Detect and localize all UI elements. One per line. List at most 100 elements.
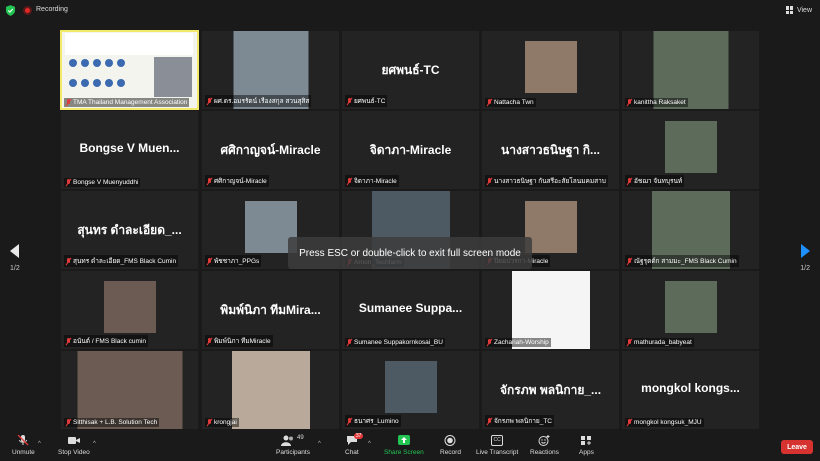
participant-tile[interactable]: Zachariah-Worship xyxy=(482,271,619,349)
share-screen-label: Share Screen xyxy=(384,449,424,456)
video-camera-icon xyxy=(67,437,80,444)
video-feed xyxy=(103,281,156,333)
participant-name-label: kanittha Raksaket xyxy=(625,98,688,107)
participant-tile[interactable]: mongkol kongs... mongkol kongsuk_MJU xyxy=(622,351,759,429)
mic-muted-icon xyxy=(627,177,632,185)
mic-muted-icon xyxy=(207,419,212,426)
participant-tile[interactable]: อนันต์ / FMS Black cumin xyxy=(61,271,198,349)
participant-display-name: ยศพนธ์-TC xyxy=(381,63,440,77)
participant-display-name: Bongse V Muen... xyxy=(79,141,180,155)
participant-name: krongjai xyxy=(214,419,237,426)
mic-muted-icon xyxy=(207,257,212,265)
participant-tile[interactable]: Sumanee Suppa... Sumanee Suppakornkosai_B… xyxy=(342,271,479,349)
mic-muted-icon xyxy=(487,177,492,185)
participant-name-label: Sitthisak + L.B. Solution Tech xyxy=(64,418,160,427)
participants-count: 49 xyxy=(296,435,304,441)
participant-display-name: จักรภพ พลนิกาย_... xyxy=(499,383,602,397)
participant-tile[interactable]: จักรภพ พลนิกาย_... จักรภพ พลนิกาย_TC xyxy=(482,351,619,429)
participant-name: อนันต์ / FMS Black cumin xyxy=(73,338,146,345)
participant-tile[interactable]: พิมพ์นิภา ทีมMira... พิมพ์นิภา ทีมMiracle xyxy=(202,271,339,349)
participant-name-label: อัชฌา จันทบุรนท์ xyxy=(625,175,685,187)
participant-tile[interactable]: mathurada_babyeat xyxy=(622,271,759,349)
slide-photo xyxy=(154,57,192,97)
participant-name-label: mathurada_babyeat xyxy=(625,338,694,347)
participant-name: พิมพ์นิภา ทีมMiracle xyxy=(214,338,271,345)
participant-tile[interactable]: TMA Thailand Management Association xyxy=(60,30,199,110)
participant-name-label: จิดาภา-Miracle xyxy=(345,175,399,187)
participant-tile[interactable]: สุนทร ดำละเอียด_... สุนทร ดำละเอียด_FMS B… xyxy=(61,191,198,269)
record-icon xyxy=(444,435,456,446)
participant-name: Nattacha Twn xyxy=(494,99,534,106)
participant-name-label: mongkol kongsuk_MJU xyxy=(625,418,704,427)
participant-tile[interactable]: อัชฌา จันทบุรนท์ xyxy=(622,111,759,189)
apps-button[interactable]: Apps xyxy=(579,435,594,456)
participant-tile[interactable]: ณัฐรุตต์ก สามมะ_FMS Black Cumin xyxy=(622,191,759,269)
microphone-muted-icon xyxy=(17,435,29,446)
top-bar: Recording View xyxy=(0,0,820,22)
record-button[interactable]: Record xyxy=(440,435,461,456)
reactions-label: Reactions xyxy=(530,449,559,456)
participant-name: mongkol kongsuk_MJU xyxy=(634,419,702,426)
chat-options-chevron-icon[interactable]: ^ xyxy=(368,441,371,447)
cat-video-feed xyxy=(231,351,310,429)
reactions-button[interactable]: Reactions xyxy=(530,435,559,456)
participant-display-name: นางสาวธนิษฐา กิ... xyxy=(501,143,600,157)
participant-name: Sumanee Suppakornkosai_BU xyxy=(354,339,443,346)
mic-muted-icon xyxy=(627,339,632,346)
share-screen-button[interactable]: Share Screen xyxy=(384,435,424,456)
participant-tile[interactable]: ยศพนธ์-TC ยศพนธ์-TC xyxy=(342,31,479,109)
participant-name: จักรภพ พลนิกาย_TC xyxy=(494,418,552,425)
chat-label: Chat xyxy=(345,449,359,456)
participant-tile[interactable]: จิดาภา-Miracle จิดาภา-Miracle xyxy=(342,111,479,189)
next-page-arrow-icon[interactable] xyxy=(801,244,810,258)
stop-video-button[interactable]: Stop Video xyxy=(58,435,90,456)
participant-display-name: Sumanee Suppa... xyxy=(358,301,463,315)
participant-tile[interactable]: Nattacha Twn xyxy=(482,31,619,109)
view-button[interactable]: View xyxy=(785,6,812,14)
video-feed xyxy=(664,281,717,333)
participants-button[interactable]: 49 Participants xyxy=(276,435,310,456)
participant-display-name: พิมพ์นิภา ทีมMira... xyxy=(220,303,321,317)
participant-tile[interactable]: Bongse V Muen... Bongse V Muenyuddhi xyxy=(61,111,198,189)
mic-muted-icon xyxy=(66,419,71,426)
participants-options-chevron-icon[interactable]: ^ xyxy=(318,441,321,447)
participant-name-label: Bongse V Muenyuddhi xyxy=(64,178,141,187)
shield-icon[interactable] xyxy=(6,5,15,16)
live-transcript-button[interactable]: CC Live Transcript xyxy=(476,435,518,456)
participant-tile[interactable]: kanittha Raksaket xyxy=(622,31,759,109)
participant-name-label: ศศิกาญจน์-Miracle xyxy=(205,175,269,187)
participant-tile[interactable]: ศศิกาญจน์-Miracle ศศิกาญจน์-Miracle xyxy=(202,111,339,189)
chat-button[interactable]: 37 Chat xyxy=(345,433,364,456)
participant-name-label: Sumanee Suppakornkosai_BU xyxy=(345,338,445,347)
participant-name-label: Nattacha Twn xyxy=(485,98,536,107)
participant-tile[interactable]: Sitthisak + L.B. Solution Tech xyxy=(61,351,198,429)
gallery-view: TMA Thailand Management Association ผศ.ดร… xyxy=(0,22,820,432)
mic-muted-icon xyxy=(66,179,71,186)
participant-name: สุนทร ดำละเอียด_FMS Black Cumin xyxy=(73,258,177,265)
mic-muted-icon xyxy=(207,97,212,105)
mic-muted-icon xyxy=(347,177,352,185)
participant-name-label: อนันต์ / FMS Black cumin xyxy=(64,335,148,347)
participant-tile[interactable]: ผศ.ดร.อมรรัตน์ เรืองสกุล สวนสุสิส xyxy=(202,31,339,109)
participant-tile[interactable]: krongjai xyxy=(202,351,339,429)
leave-button[interactable]: Leave xyxy=(781,440,813,454)
audio-options-chevron-icon[interactable]: ^ xyxy=(38,441,41,447)
mic-muted-icon xyxy=(66,337,71,345)
participant-display-name: สุนทร ดำละเอียด_... xyxy=(77,223,182,237)
participant-tile[interactable]: นางสาวธนิษฐา กิ... นางสาวธนิษฐา กันสรีอะส… xyxy=(482,111,619,189)
mic-muted-icon xyxy=(487,99,492,106)
mic-muted-icon xyxy=(66,257,71,265)
previous-page-arrow-icon[interactable] xyxy=(10,244,19,258)
smiley-plus-icon xyxy=(538,435,550,446)
chat-badge: 37 xyxy=(353,433,364,439)
participant-name: mathurada_babyeat xyxy=(634,339,692,346)
fullscreen-toast: Press ESC or double-click to exit full s… xyxy=(288,237,532,269)
video-feed xyxy=(524,201,577,253)
unmute-button[interactable]: Unmute xyxy=(12,435,35,456)
mic-muted-icon xyxy=(627,99,632,106)
participant-tile[interactable]: ธนาศร_Lumino xyxy=(342,351,479,429)
stop-video-label: Stop Video xyxy=(58,449,90,456)
video-options-chevron-icon[interactable]: ^ xyxy=(93,441,96,447)
mic-muted-icon xyxy=(66,99,71,106)
mic-muted-icon xyxy=(627,419,632,426)
